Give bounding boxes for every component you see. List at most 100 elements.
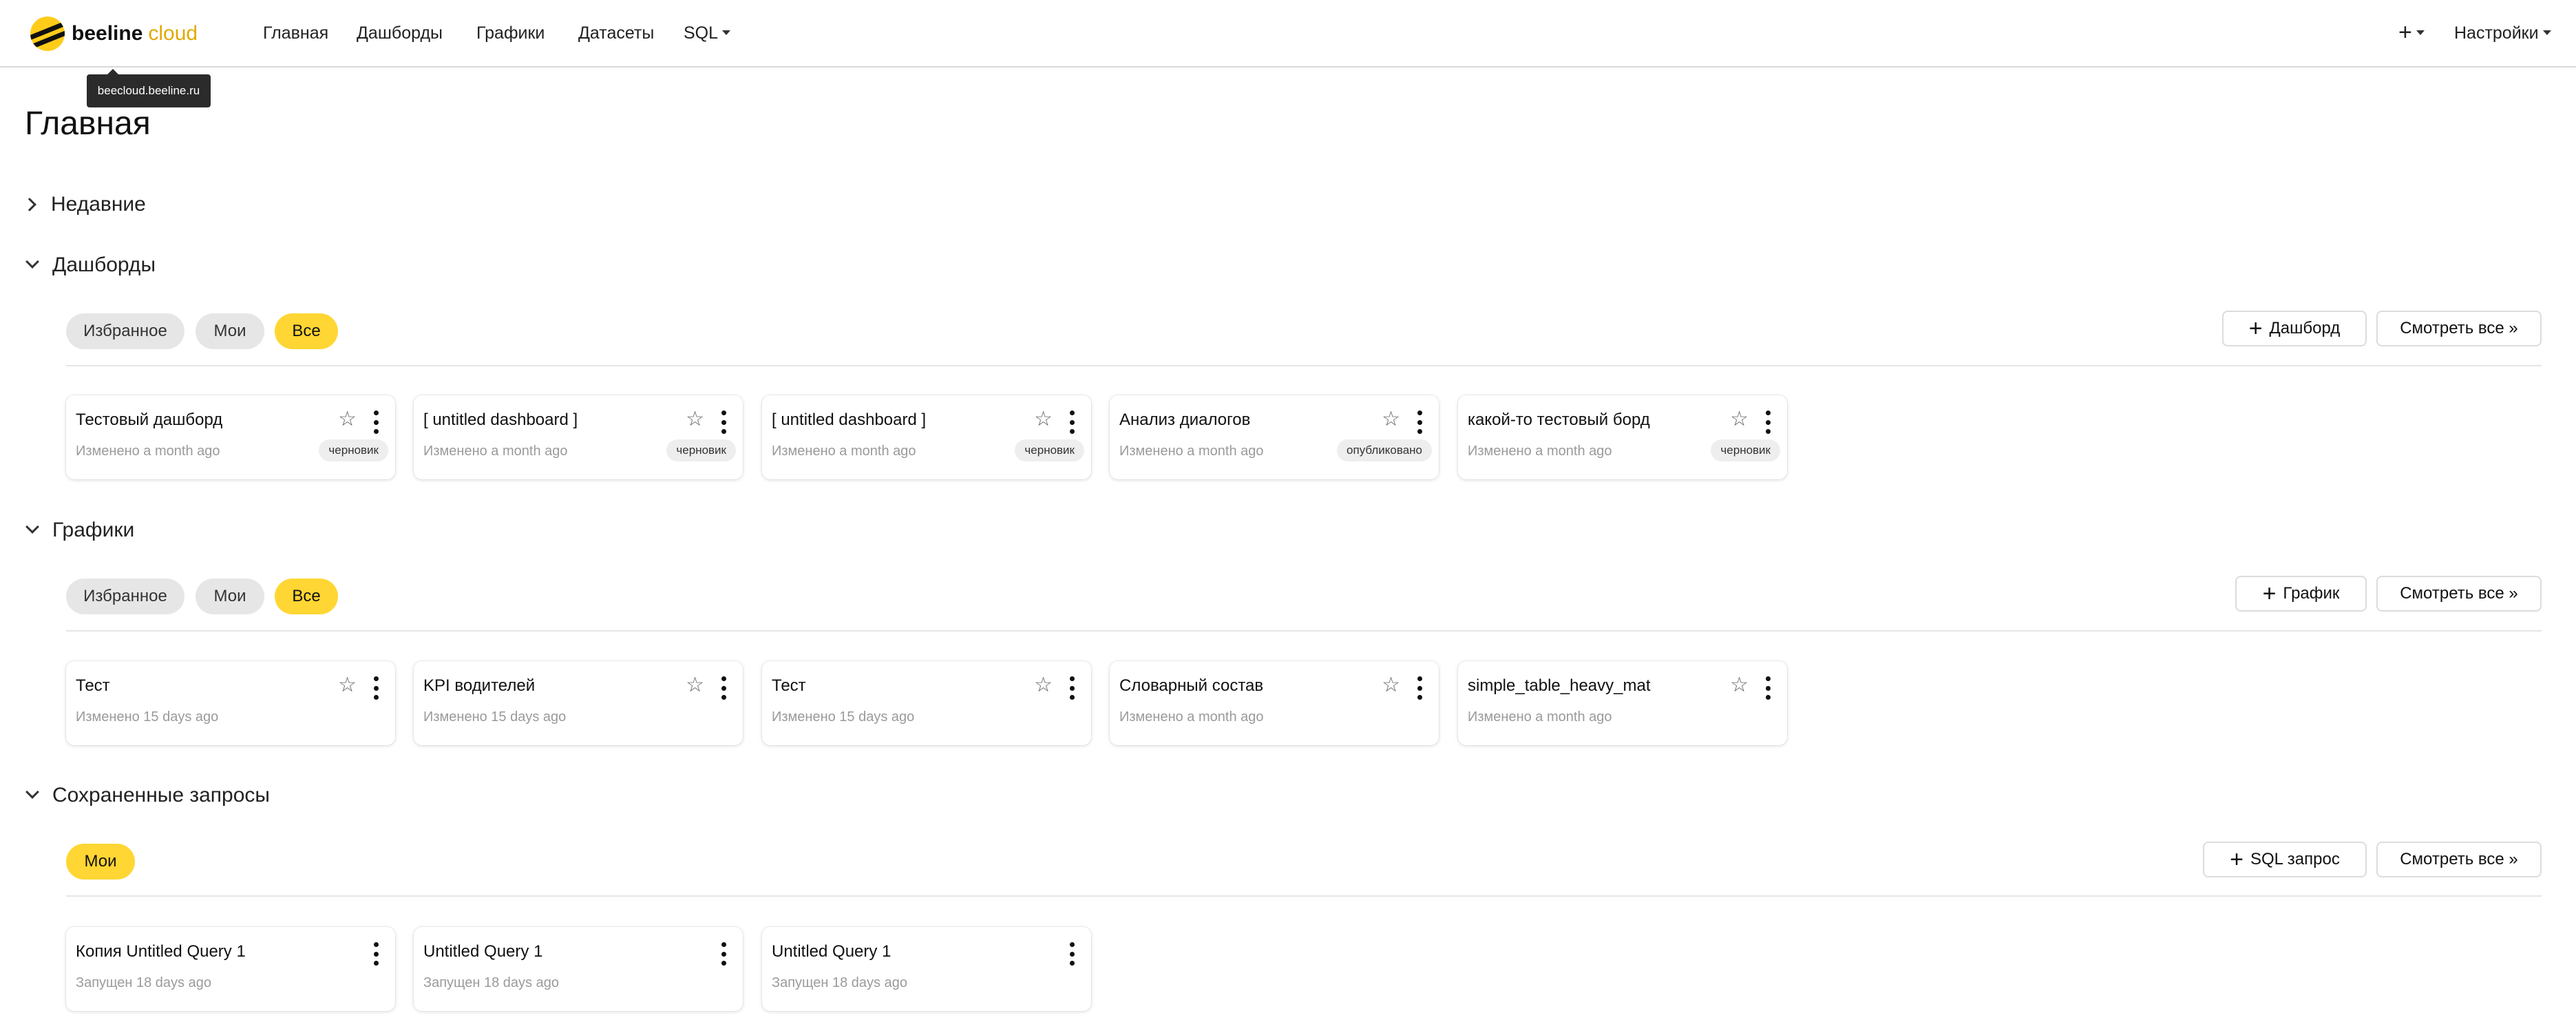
view-all-charts-button[interactable]: Смотреть все » — [2376, 576, 2542, 612]
filter-favorites[interactable]: Избранное — [66, 579, 184, 614]
star-icon[interactable]: ☆ — [1730, 675, 1749, 696]
create-plus-button[interactable]: + — [2398, 19, 2425, 46]
star-icon[interactable]: ☆ — [1382, 409, 1400, 430]
star-icon[interactable]: ☆ — [1382, 675, 1400, 696]
filter-mine[interactable]: Мои — [66, 844, 135, 880]
more-vertical-icon[interactable] — [1417, 410, 1422, 434]
section-charts-toggle[interactable]: Графики — [25, 519, 134, 542]
card-modified: Изменено a month ago — [1468, 444, 1612, 459]
more-vertical-icon[interactable] — [373, 676, 379, 700]
dashboard-card[interactable]: Анализ диалогов ☆ Изменено a month ago о… — [1110, 395, 1439, 479]
more-vertical-icon[interactable] — [1765, 410, 1771, 434]
chevron-down-icon — [2542, 30, 2551, 35]
beeline-logo-icon — [30, 17, 65, 51]
plus-icon: + — [2230, 846, 2244, 873]
plus-icon: + — [2398, 19, 2412, 45]
more-vertical-icon[interactable] — [721, 942, 726, 966]
card-title: KPI водителей — [423, 676, 536, 695]
card-title: Untitled Query 1 — [772, 942, 891, 961]
settings-menu[interactable]: Настройки — [2454, 23, 2551, 43]
dashboard-card[interactable]: [ untitled dashboard ] ☆ Изменено a mont… — [414, 395, 743, 479]
chart-card[interactable]: Тест ☆ Изменено 15 days ago — [762, 661, 1091, 745]
section-dashboards-title: Дашборды — [52, 253, 156, 276]
star-icon[interactable]: ☆ — [1034, 675, 1053, 696]
filter-all[interactable]: Все — [275, 313, 338, 349]
query-card[interactable]: Копия Untitled Query 1 Запущен 18 days a… — [66, 927, 395, 1011]
star-icon[interactable]: ☆ — [1730, 409, 1749, 430]
star-icon[interactable]: ☆ — [686, 409, 704, 430]
nav-sql-label: SQL — [684, 23, 719, 43]
add-dashboard-button[interactable]: + Дашборд — [2222, 311, 2367, 346]
section-dashboards-toggle[interactable]: Дашборды — [25, 253, 156, 277]
more-vertical-icon[interactable] — [721, 676, 726, 700]
add-chart-button[interactable]: + График — [2235, 576, 2367, 612]
card-title: Анализ диалогов — [1119, 410, 1251, 429]
logo-word-beeline: beeline — [72, 22, 143, 45]
chevron-down-icon — [25, 255, 39, 269]
section-charts-title: Графики — [52, 519, 135, 541]
nav-datasets[interactable]: Датасеты — [578, 23, 654, 43]
add-chart-label: График — [2283, 584, 2340, 603]
star-icon[interactable]: ☆ — [1034, 409, 1053, 430]
card-modified: Изменено a month ago — [423, 444, 568, 459]
star-icon[interactable]: ☆ — [686, 675, 704, 696]
card-modified: Изменено a month ago — [1468, 709, 1612, 725]
nav-sql[interactable]: SQL — [684, 23, 731, 43]
divider — [66, 365, 2542, 366]
filter-mine[interactable]: Мои — [196, 579, 264, 614]
nav-home[interactable]: Главная — [263, 23, 328, 43]
star-icon[interactable]: ☆ — [338, 675, 357, 696]
card-modified: Изменено a month ago — [1119, 444, 1264, 459]
divider — [66, 895, 2542, 897]
nav-charts[interactable]: Графики — [476, 23, 545, 43]
card-title: Тест — [772, 676, 806, 695]
dashboard-card[interactable]: [ untitled dashboard ] ☆ Изменено a mont… — [762, 395, 1091, 479]
chart-card[interactable]: Тест ☆ Изменено 15 days ago — [66, 661, 395, 745]
more-vertical-icon[interactable] — [721, 410, 726, 434]
nav-dashboards[interactable]: Дашборды — [357, 23, 443, 43]
chart-card[interactable]: KPI водителей ☆ Изменено 15 days ago — [414, 661, 743, 745]
query-card[interactable]: Untitled Query 1 Запущен 18 days ago — [762, 927, 1091, 1011]
card-title: Словарный состав — [1119, 676, 1264, 695]
query-card[interactable]: Untitled Query 1 Запущен 18 days ago — [414, 927, 743, 1011]
card-title: Тестовый дашборд — [76, 410, 223, 429]
more-vertical-icon[interactable] — [373, 942, 379, 966]
more-vertical-icon[interactable] — [1417, 676, 1422, 700]
dashboard-card[interactable]: какой-то тестовый борд ☆ Изменено a mont… — [1458, 395, 1787, 479]
card-title: какой-то тестовый борд — [1468, 410, 1650, 429]
card-run-time: Запущен 18 days ago — [423, 975, 559, 990]
card-modified: Изменено a month ago — [1119, 709, 1264, 725]
plus-icon: + — [2262, 581, 2277, 607]
status-badge: черновик — [1015, 439, 1084, 461]
section-queries-title: Сохраненные запросы — [52, 784, 270, 806]
add-dashboard-label: Дашборд — [2269, 319, 2341, 337]
beeline-cloud-logo[interactable]: beeline cloud — [30, 15, 198, 52]
chart-card[interactable]: Словарный состав ☆ Изменено a month ago — [1110, 661, 1439, 745]
settings-label: Настройки — [2454, 23, 2539, 43]
chart-card[interactable]: simple_table_heavy_mat ☆ Изменено a mont… — [1458, 661, 1787, 745]
filter-all[interactable]: Все — [275, 579, 338, 614]
filter-mine[interactable]: Мои — [196, 313, 264, 349]
more-vertical-icon[interactable] — [373, 410, 379, 434]
dashboard-card[interactable]: Тестовый дашборд ☆ Изменено a month ago … — [66, 395, 395, 479]
card-modified: Изменено 15 days ago — [76, 709, 219, 725]
more-vertical-icon[interactable] — [1069, 942, 1075, 966]
filter-favorites[interactable]: Избранное — [66, 313, 184, 349]
view-all-dashboards-button[interactable]: Смотреть все » — [2376, 311, 2542, 346]
chevron-down-icon — [2416, 30, 2425, 35]
more-vertical-icon[interactable] — [1765, 676, 1771, 700]
more-vertical-icon[interactable] — [1069, 676, 1075, 700]
card-run-time: Запущен 18 days ago — [76, 975, 211, 990]
chevron-down-icon — [25, 785, 39, 799]
section-recent-toggle[interactable]: Недавние — [23, 193, 146, 216]
status-badge: черновик — [1711, 439, 1780, 461]
card-run-time: Запущен 18 days ago — [772, 975, 907, 990]
card-title: [ untitled dashboard ] — [423, 410, 578, 429]
section-queries-toggle[interactable]: Сохраненные запросы — [25, 784, 270, 807]
divider — [66, 630, 2542, 632]
card-modified: Изменено a month ago — [772, 444, 916, 459]
star-icon[interactable]: ☆ — [338, 409, 357, 430]
view-all-queries-button[interactable]: Смотреть все » — [2376, 842, 2542, 877]
add-sql-query-button[interactable]: + SQL запрос — [2203, 842, 2367, 877]
more-vertical-icon[interactable] — [1069, 410, 1075, 434]
